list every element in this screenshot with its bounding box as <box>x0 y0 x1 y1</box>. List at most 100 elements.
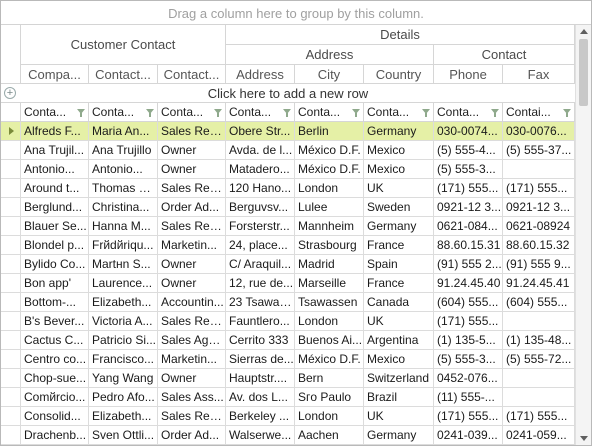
cell-address[interactable]: Berkeley ... <box>226 407 295 426</box>
cell-address[interactable]: 120 Hano... <box>226 179 295 198</box>
cell-city[interactable]: Sгo Paulo <box>295 388 364 407</box>
cell-contact-name[interactable]: Yang Wang <box>89 369 158 388</box>
cell-fax[interactable]: (91) 555 9... <box>503 255 575 274</box>
cell-company[interactable]: Comйrcio... <box>21 388 89 407</box>
cell-city[interactable]: Мéхico D.F. <box>295 141 364 160</box>
cell-company[interactable]: Blondel p... <box>21 236 89 255</box>
table-row[interactable]: Ana Trujil... Ana Trujillo Owner Avda. de l… <box>1 141 575 160</box>
column-header-city[interactable]: City <box>295 65 364 84</box>
cell-address[interactable]: Avda. de l... <box>226 141 295 160</box>
cell-fax[interactable]: (5) 555-37... <box>503 141 575 160</box>
cell-phone[interactable]: (171) 555... <box>434 312 503 331</box>
filter-cell-city[interactable]: Conta... <box>295 103 364 122</box>
scrollbar-thumb[interactable] <box>579 39 588 106</box>
group-header-customer-contact[interactable]: Customer Contact <box>21 25 226 65</box>
cell-phone[interactable]: 91.24.45.40 <box>434 274 503 293</box>
cell-country[interactable]: Argentina <box>364 331 434 350</box>
cell-contact-name[interactable]: Ana Trujillo <box>89 141 158 160</box>
table-row[interactable]: Chop-sue... Yang Wang Owner Hauptstr.... Ber… <box>1 369 575 388</box>
cell-phone[interactable]: (5) 555-3... <box>434 350 503 369</box>
cell-country[interactable]: Germany <box>364 217 434 236</box>
cell-country[interactable]: France <box>364 274 434 293</box>
row-indicator[interactable] <box>1 388 21 407</box>
cell-country[interactable]: UK <box>364 179 434 198</box>
scroll-up-icon[interactable] <box>580 29 588 34</box>
row-indicator[interactable] <box>1 160 21 179</box>
cell-country[interactable]: Canada <box>364 293 434 312</box>
cell-contact-title[interactable]: Owner <box>158 141 226 160</box>
table-row[interactable]: Comйrcio... Pedro Afo... Sales Ass... Av. d… <box>1 388 575 407</box>
cell-company[interactable]: Berglund... <box>21 198 89 217</box>
row-indicator[interactable] <box>1 369 21 388</box>
row-indicator[interactable] <box>1 179 21 198</box>
vertical-scrollbar[interactable] <box>575 25 591 445</box>
cell-phone[interactable]: 030-0074... <box>434 122 503 141</box>
cell-contact-title[interactable]: Order Ad... <box>158 426 226 445</box>
cell-contact-title[interactable]: Accountin... <box>158 293 226 312</box>
cell-city[interactable]: Tsawassen <box>295 293 364 312</box>
cell-company[interactable]: Drachenb... <box>21 426 89 445</box>
row-indicator[interactable] <box>1 312 21 331</box>
row-indicator[interactable] <box>1 350 21 369</box>
table-row[interactable]: Consolid... Elizabeth... Sales Rep... Berke… <box>1 407 575 426</box>
filter-cell-address[interactable]: Conta... <box>226 103 295 122</box>
cell-contact-title[interactable]: Owner <box>158 369 226 388</box>
table-row[interactable]: Around t... Thomas H... Sales Rep... 120 Ha… <box>1 179 575 198</box>
filter-cell-country[interactable]: Conta... <box>364 103 434 122</box>
filter-icon[interactable] <box>491 109 499 117</box>
cell-phone[interactable]: (5) 555-3... <box>434 160 503 179</box>
cell-country[interactable]: Germany <box>364 426 434 445</box>
cell-country[interactable]: Germany <box>364 122 434 141</box>
scroll-down-icon[interactable] <box>580 436 588 441</box>
cell-contact-name[interactable]: Sven Ottli... <box>89 426 158 445</box>
cell-contact-name[interactable]: Christina... <box>89 198 158 217</box>
table-row[interactable]: Bottom-... Elizabeth... Accountin... 23 Tsa… <box>1 293 575 312</box>
cell-fax[interactable]: 0621-08924 <box>503 217 575 236</box>
cell-contact-title[interactable]: Order Ad... <box>158 198 226 217</box>
table-row[interactable]: Antonio... Antonio... Owner Matadero... Мéхi… <box>1 160 575 179</box>
cell-fax[interactable]: (604) 555... <box>503 293 575 312</box>
cell-contact-title[interactable]: Sales Rep... <box>158 312 226 331</box>
cell-address[interactable]: Obere Str... <box>226 122 295 141</box>
cell-city[interactable]: London <box>295 312 364 331</box>
cell-fax[interactable]: (5) 555-72... <box>503 350 575 369</box>
cell-contact-title[interactable]: Marketin... <box>158 350 226 369</box>
filter-icon[interactable] <box>77 109 85 117</box>
row-indicator[interactable] <box>1 255 21 274</box>
cell-fax[interactable]: 030-0076... <box>503 122 575 141</box>
cell-country[interactable]: Sweden <box>364 198 434 217</box>
cell-phone[interactable]: (171) 555... <box>434 179 503 198</box>
cell-phone[interactable]: 0241-039... <box>434 426 503 445</box>
cell-country[interactable]: Spain <box>364 255 434 274</box>
table-row[interactable]: Alfreds F... Maria An... Sales Rep... Obere… <box>1 122 575 141</box>
cell-phone[interactable]: (1) 135-5... <box>434 331 503 350</box>
cell-company[interactable]: Bottom-... <box>21 293 89 312</box>
column-header-company[interactable]: Compa... <box>21 65 89 84</box>
cell-company[interactable]: Bon app' <box>21 274 89 293</box>
row-indicator[interactable] <box>1 141 21 160</box>
cell-fax[interactable] <box>503 160 575 179</box>
table-row[interactable]: Drachenb... Sven Ottli... Order Ad... Walse… <box>1 426 575 445</box>
cell-country[interactable]: Mexico <box>364 350 434 369</box>
add-new-row-label[interactable]: Click here to add a new row <box>1 84 575 103</box>
cell-company[interactable]: Around t... <box>21 179 89 198</box>
cell-contact-name[interactable]: Pedro Afo... <box>89 388 158 407</box>
row-indicator[interactable] <box>1 293 21 312</box>
row-indicator[interactable] <box>1 426 21 445</box>
cell-city[interactable]: Mannheim <box>295 217 364 236</box>
filter-cell-contact-title[interactable]: Conta... <box>158 103 226 122</box>
cell-contact-name[interactable]: Victoria A... <box>89 312 158 331</box>
cell-address[interactable]: C/ Araquil... <box>226 255 295 274</box>
cell-contact-title[interactable]: Sales Agent <box>158 331 226 350</box>
cell-city[interactable]: Marseille <box>295 274 364 293</box>
column-header-fax[interactable]: Fax <box>503 65 575 84</box>
row-indicator[interactable] <box>1 122 21 141</box>
filter-cell-company[interactable]: Conta... <box>21 103 89 122</box>
cell-fax[interactable] <box>503 312 575 331</box>
cell-address[interactable]: Sierras de... <box>226 350 295 369</box>
cell-city[interactable]: Bern <box>295 369 364 388</box>
cell-contact-name[interactable]: Francisco... <box>89 350 158 369</box>
filter-icon[interactable] <box>563 109 571 117</box>
cell-phone[interactable]: 88.60.15.31 <box>434 236 503 255</box>
cell-city[interactable]: Мéхico D.F. <box>295 350 364 369</box>
